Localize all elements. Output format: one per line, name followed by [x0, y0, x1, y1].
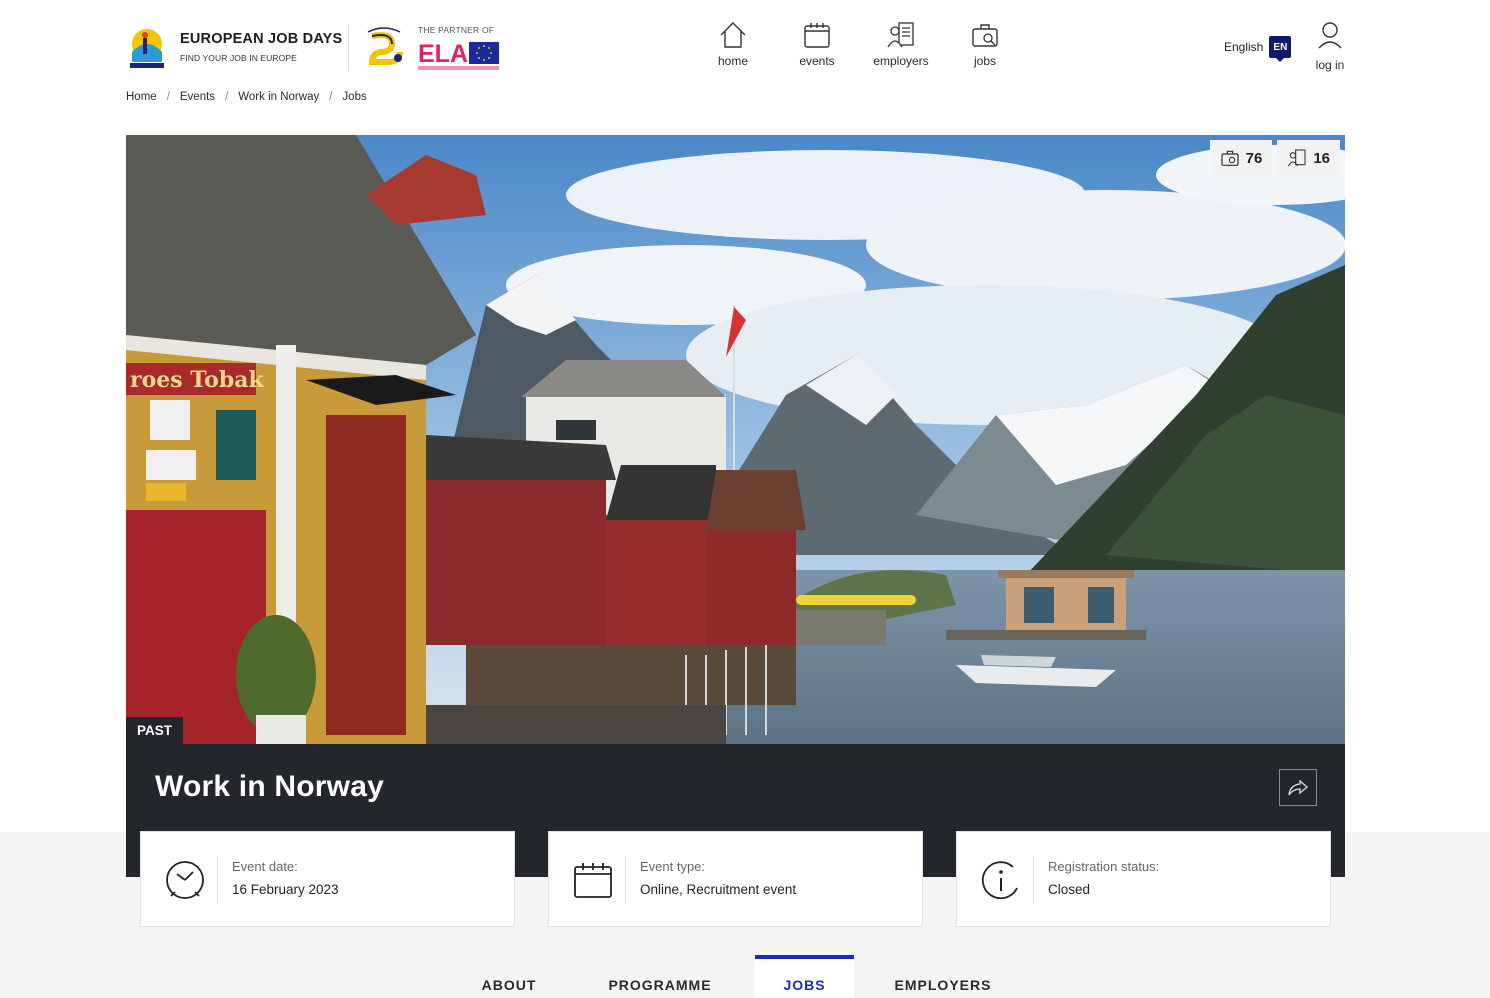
- event-date-value: 16 February 2023: [232, 882, 339, 897]
- nav-jobs[interactable]: jobs: [943, 20, 1027, 68]
- briefcase-icon: [1221, 150, 1239, 166]
- info-icon: [981, 861, 1018, 900]
- site-header: EUROPEAN JOB DAYS FIND YOUR JOB IN EUROP…: [0, 0, 1490, 85]
- breadcrumb-current: Jobs: [342, 91, 367, 103]
- nav-home-label: home: [717, 54, 749, 68]
- tab-programme[interactable]: PROGRAMME: [592, 955, 728, 998]
- jobs-count: 76: [1245, 149, 1263, 167]
- nav-jobs-label: jobs: [973, 54, 996, 68]
- nav-events-label: events: [799, 54, 835, 68]
- hero-image: roes Tobak 76 16 PAST: [126, 135, 1345, 744]
- breadcrumb: Home / Events / Work in Norway / Jobs: [126, 91, 367, 103]
- event-type-value: Online, Recruitment event: [640, 882, 797, 897]
- nav-events[interactable]: events: [775, 20, 859, 68]
- card-divider: [1033, 856, 1034, 904]
- share-icon: [1288, 779, 1308, 795]
- svg-text:ELA: ELA: [418, 40, 468, 68]
- event-date-label: Event date:: [232, 859, 298, 874]
- event-type-card: Event type: Online, Recruitment event: [548, 831, 923, 927]
- breadcrumb-separator: /: [329, 91, 333, 103]
- page-title: Work in Norway: [155, 770, 384, 803]
- svg-text:roes Tobak: roes Tobak: [130, 367, 264, 393]
- jobs-counter[interactable]: 76: [1209, 140, 1273, 176]
- language-code-badge: EN: [1269, 36, 1292, 62]
- partner-of-text: THE PARTNER OF: [418, 25, 495, 35]
- status-badge: PAST: [126, 717, 184, 744]
- calendar-icon: [574, 863, 612, 898]
- briefcase-icon: [972, 24, 998, 47]
- nav-home[interactable]: home: [691, 20, 775, 68]
- hero-counters: 76 16: [1209, 140, 1340, 176]
- breadcrumb-separator: /: [225, 91, 229, 103]
- european-job-days-logo[interactable]: [126, 22, 168, 70]
- language-label: English: [1224, 40, 1264, 54]
- login-button[interactable]: log in: [1310, 20, 1350, 72]
- registration-status-card: Registration status: Closed: [956, 831, 1331, 927]
- tab-employers[interactable]: EMPLOYERS: [880, 955, 1006, 998]
- header-divider: [348, 25, 349, 71]
- breadcrumb-home[interactable]: Home: [126, 91, 157, 103]
- calendar-icon: [804, 23, 830, 48]
- card-divider: [217, 856, 218, 904]
- eures-logo[interactable]: [362, 22, 406, 70]
- breadcrumb-event[interactable]: Work in Norway: [238, 91, 319, 103]
- employers-icon: [1288, 149, 1306, 167]
- registration-status-label: Registration status:: [1048, 859, 1160, 874]
- tab-about[interactable]: ABOUT: [462, 955, 556, 998]
- breadcrumb-events[interactable]: Events: [180, 91, 215, 103]
- employers-counter[interactable]: 16: [1277, 140, 1340, 176]
- registration-status-value: Closed: [1048, 882, 1091, 897]
- user-icon: [1318, 22, 1342, 49]
- login-label: log in: [1315, 58, 1345, 72]
- nav-employers[interactable]: employers: [859, 20, 943, 68]
- share-button[interactable]: [1279, 769, 1317, 806]
- brand-title: EUROPEAN JOB DAYS: [180, 31, 343, 47]
- tab-jobs[interactable]: JOBS: [755, 955, 854, 998]
- breadcrumb-separator: /: [166, 91, 170, 103]
- card-divider: [625, 856, 626, 904]
- nav-employers-label: employers: [873, 54, 929, 68]
- event-type-label: Event type:: [640, 859, 706, 874]
- clock-icon: [166, 861, 204, 899]
- brand-subtitle: FIND YOUR JOB IN EUROPE: [180, 53, 297, 63]
- ela-logo[interactable]: ELA: [418, 38, 500, 72]
- home-icon: [720, 22, 746, 48]
- language-selector[interactable]: English EN: [1224, 36, 1292, 62]
- employers-count: 16: [1313, 149, 1330, 167]
- employers-icon: [887, 22, 914, 48]
- fjord-photo: roes Tobak: [126, 135, 1345, 744]
- event-date-card: Event date: 16 February 2023: [140, 831, 515, 927]
- event-tabs: ABOUT PROGRAMME JOBS EMPLOYERS: [0, 955, 1490, 998]
